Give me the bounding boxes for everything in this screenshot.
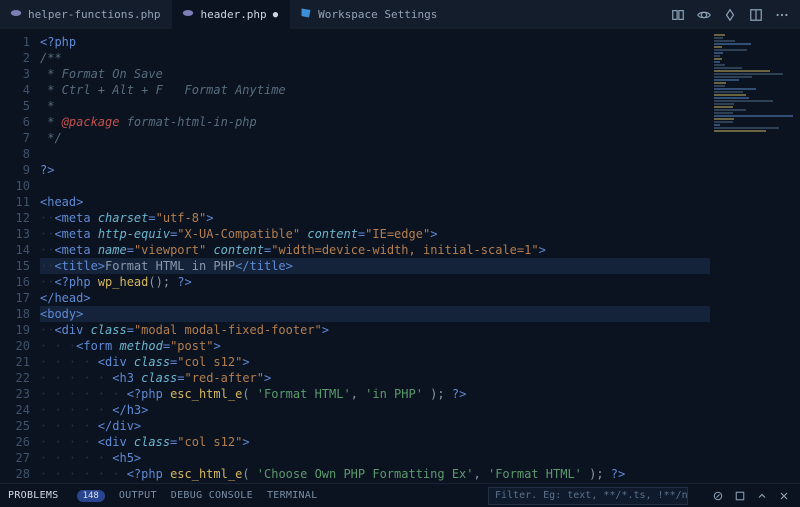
line-number: 29 [0,482,30,483]
code-line[interactable] [40,146,710,162]
tab-label: Workspace Settings [318,8,437,21]
code-line[interactable]: ··<div class="modal modal-fixed-footer"> [40,322,710,338]
minimap[interactable] [710,30,800,483]
line-number: 23 [0,386,30,402]
code-line[interactable]: * @package format-html-in-php [40,114,710,130]
code-line[interactable]: ··<title>Format HTML in PHP</title> [40,258,710,274]
code-line[interactable]: * Ctrl + Alt + F Format Anytime [40,82,710,98]
code-line[interactable] [40,178,710,194]
line-number: 21 [0,354,30,370]
code-line[interactable]: <body> [40,306,710,322]
code-line[interactable]: <head> [40,194,710,210]
code-line[interactable]: * Format On Save [40,66,710,82]
panel-chevron-up-icon[interactable] [754,488,770,504]
split-icon[interactable] [720,5,740,25]
code-line[interactable]: ?> [40,162,710,178]
line-number: 15 [0,258,30,274]
panel-actions [702,488,800,504]
code-line[interactable]: ··<meta http-equiv="X-UA-Compatible" con… [40,226,710,242]
panel-tab-bar: PROBLEMS 148 OUTPUT DEBUG CONSOLE TERMINAL F… [0,483,800,507]
collapse-all-icon[interactable] [710,488,726,504]
code-line[interactable]: <?php [40,34,710,50]
dirty-dot-icon: ● [273,10,278,20]
line-number: 2 [0,50,30,66]
problems-count-badge: 148 [77,490,105,502]
panel-tab-output[interactable]: OUTPUT [119,490,157,501]
tab-bar: helper-functions.php header.php ● Workspace… [0,0,800,30]
filter-placeholder: Filter. Eg: text, **/*.ts, !**/node_modu… [495,490,688,501]
panel-tab-terminal[interactable]: TERMINAL [267,490,318,501]
layout-icon[interactable] [746,5,766,25]
filter-input[interactable]: Filter. Eg: text, **/*.ts, !**/node_modu… [488,487,688,505]
line-number: 20 [0,338,30,354]
code-area[interactable]: <?php/** * Format On Save * Ctrl + Alt +… [40,30,710,483]
code-line[interactable]: ··<meta name="viewport" content="width=d… [40,242,710,258]
panel-tab-debug-console[interactable]: DEBUG CONSOLE [171,490,253,501]
line-number: 12 [0,210,30,226]
code-line[interactable]: · · · · <div class="col s12"> [40,434,710,450]
tab-label: header.php [200,8,266,21]
line-number: 1 [0,34,30,50]
panel-close-icon[interactable] [776,488,792,504]
line-number: 26 [0,434,30,450]
line-number: 6 [0,114,30,130]
line-gutter: 1234567891011121314151617181920212223242… [0,30,40,483]
line-number: 17 [0,290,30,306]
line-number: 9 [0,162,30,178]
code-line[interactable]: · · · · · <h3 class="red-after"> [40,370,710,386]
code-line[interactable]: * [40,98,710,114]
line-number: 8 [0,146,30,162]
code-line[interactable]: · · · · · · <?php esc_html_e( 'Choose Ow… [40,466,710,482]
line-number: 5 [0,98,30,114]
code-line[interactable]: · · · · · · <?php esc_html_e( 'Format HT… [40,386,710,402]
compare-changes-icon[interactable] [668,5,688,25]
code-line[interactable]: · · ·<form method="post"> [40,338,710,354]
code-line[interactable]: */ [40,130,710,146]
panel-tab-problems[interactable]: PROBLEMS [8,490,59,501]
line-number: 7 [0,130,30,146]
line-number: 13 [0,226,30,242]
code-line[interactable]: ··<?php wp_head(); ?> [40,274,710,290]
code-line[interactable]: /** [40,50,710,66]
code-line[interactable]: · · · · <div class="col s12"> [40,354,710,370]
line-number: 11 [0,194,30,210]
code-line[interactable]: · · · · · <h5> [40,450,710,466]
tab-actions [668,5,800,25]
line-number: 19 [0,322,30,338]
clear-icon[interactable] [732,488,748,504]
editor[interactable]: 1234567891011121314151617181920212223242… [0,30,800,483]
line-number: 4 [0,82,30,98]
tab-helper-functions-php[interactable]: helper-functions.php [0,0,172,30]
line-number: 16 [0,274,30,290]
line-number: 24 [0,402,30,418]
line-number: 3 [0,66,30,82]
tab-workspace-settings[interactable]: Workspace Settings [290,0,449,30]
line-number: 27 [0,450,30,466]
line-number: 25 [0,418,30,434]
line-number: 28 [0,466,30,482]
line-number: 18 [0,306,30,322]
preview-icon[interactable] [694,5,714,25]
more-icon[interactable] [772,5,792,25]
tab-header-php[interactable]: header.php ● [172,0,290,30]
code-line[interactable]: · · · · · </h3> [40,402,710,418]
vscode-icon [300,7,312,22]
code-line[interactable]: · · · · </div> [40,418,710,434]
tab-label: helper-functions.php [28,8,160,21]
line-number: 22 [0,370,30,386]
code-line[interactable]: · · · · · </h5> [40,482,710,483]
php-file-icon [10,7,22,22]
code-line[interactable]: </head> [40,290,710,306]
line-number: 14 [0,242,30,258]
php-file-icon [182,7,194,22]
code-line[interactable]: ··<meta charset="utf-8"> [40,210,710,226]
line-number: 10 [0,178,30,194]
